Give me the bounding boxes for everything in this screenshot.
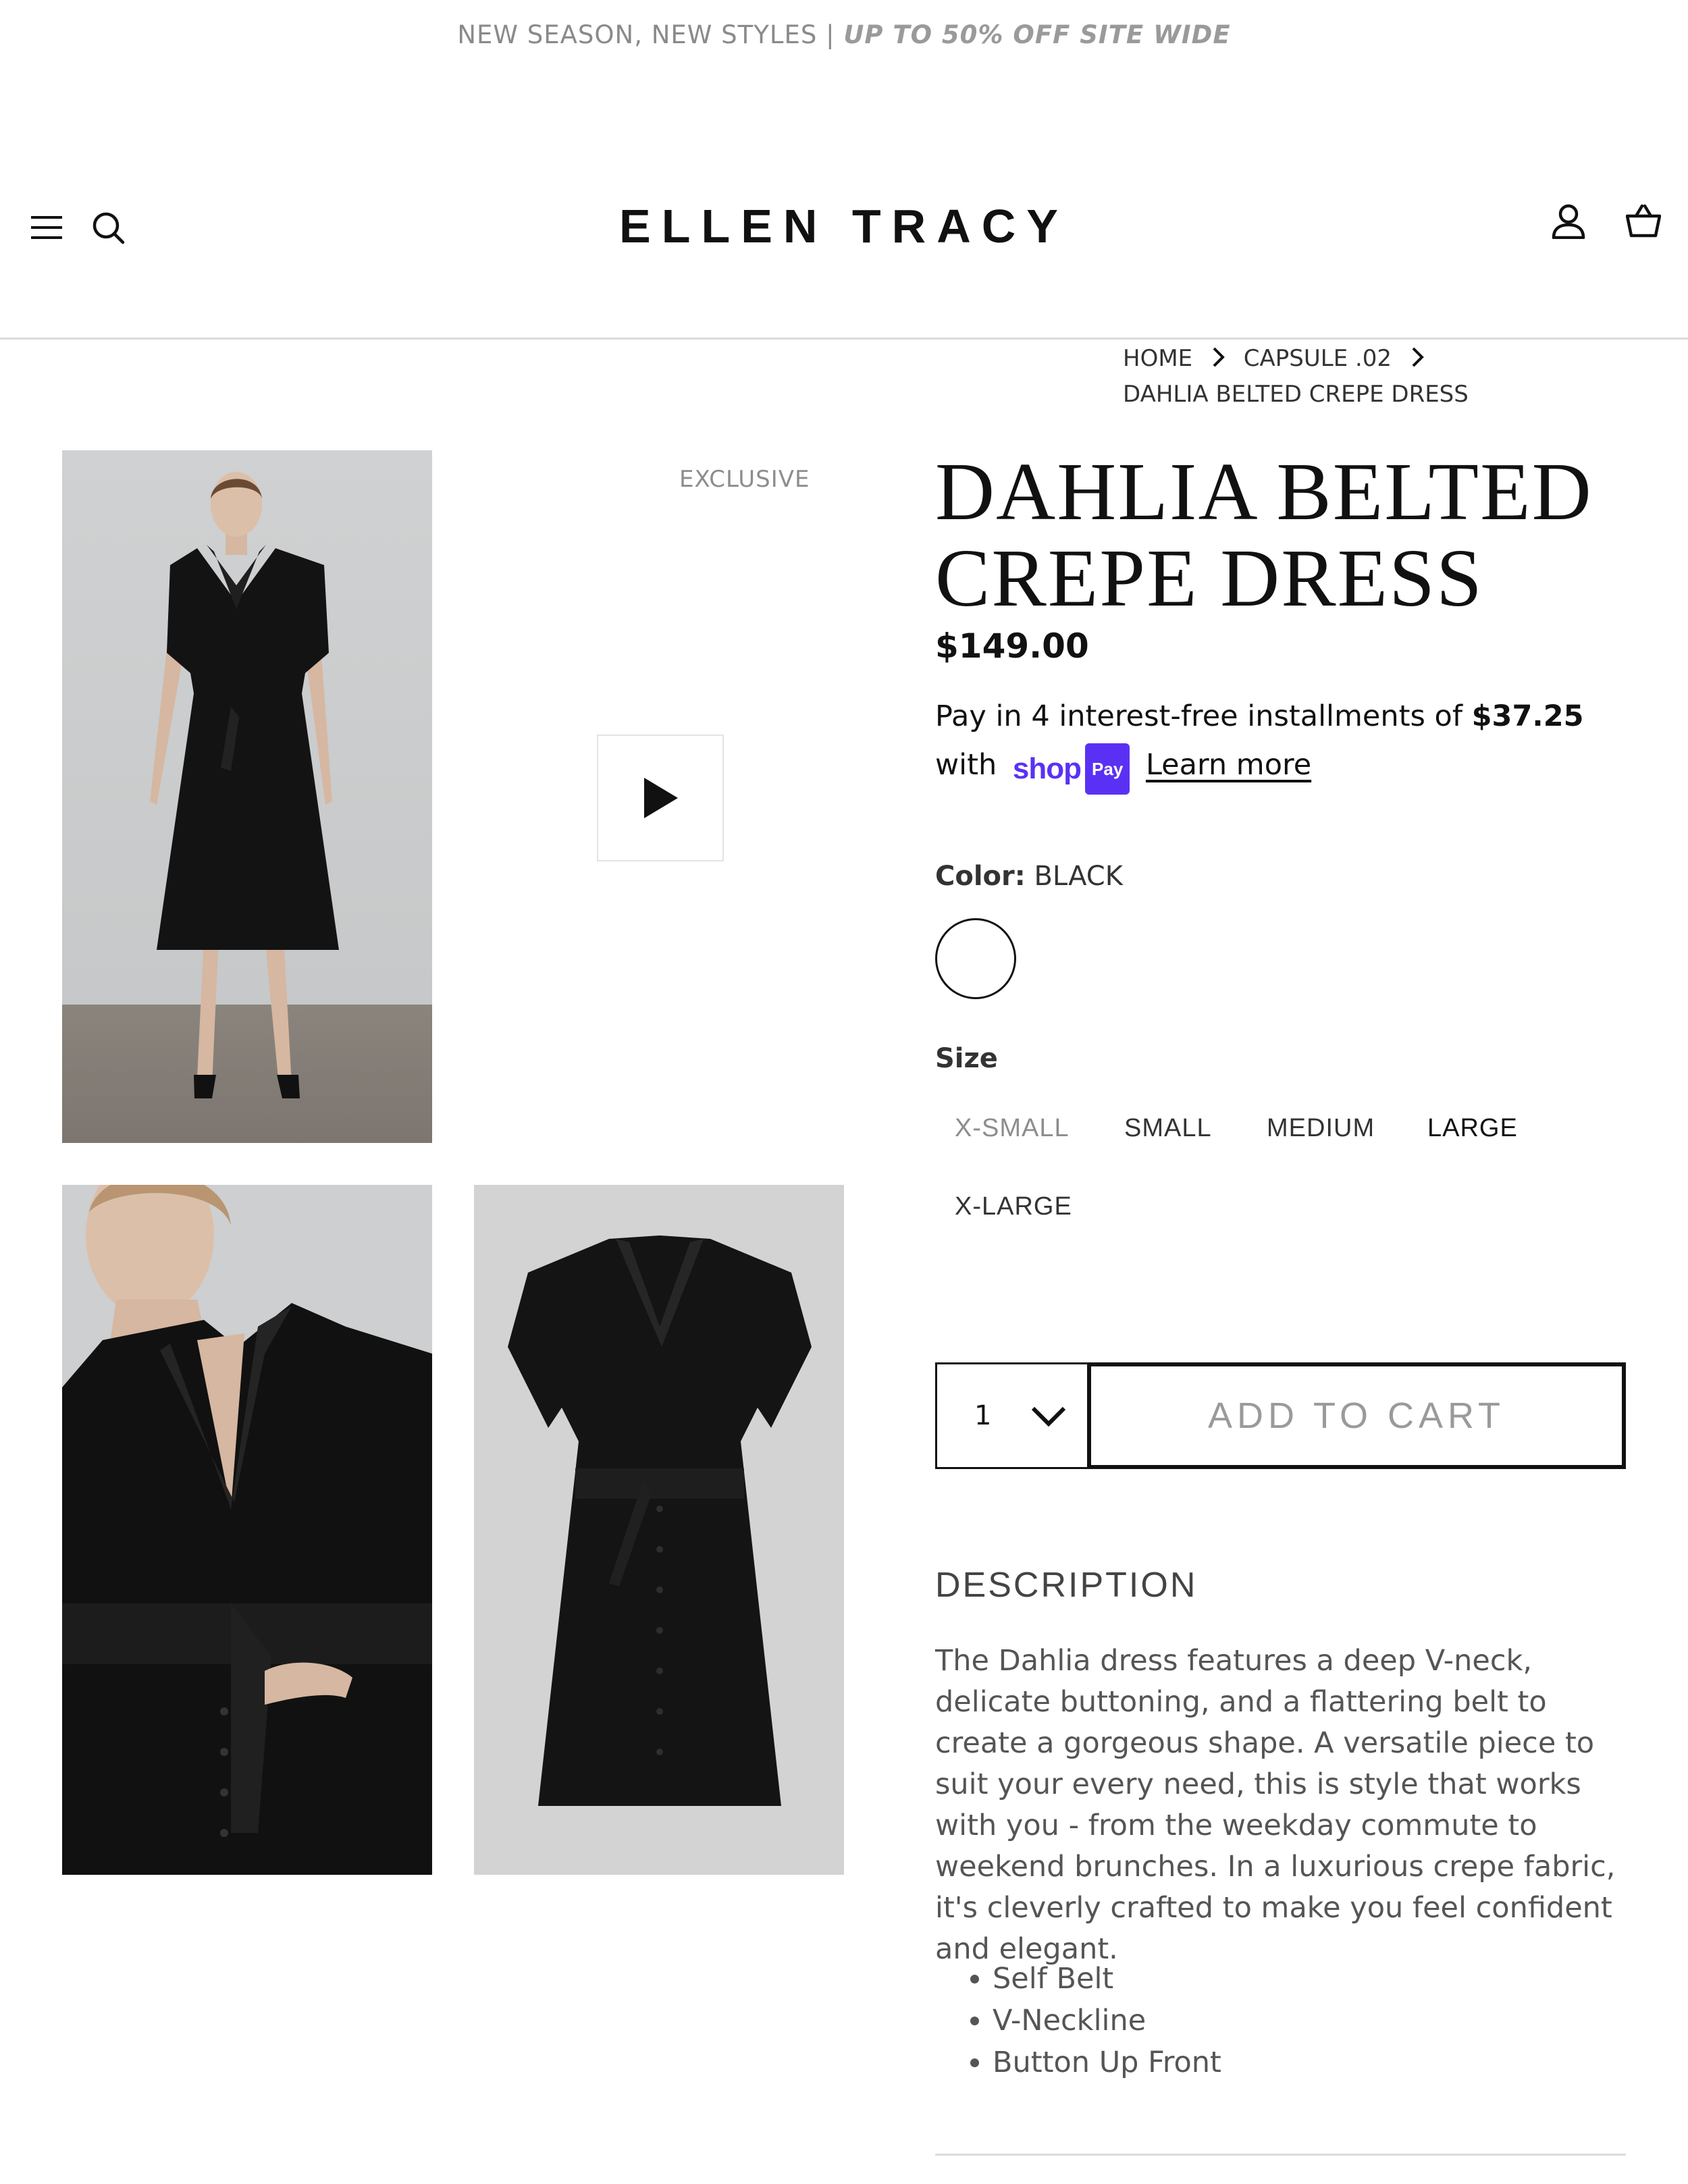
- product-image-full-length[interactable]: [62, 450, 432, 1143]
- installments-amount: $37.25: [1471, 699, 1584, 733]
- chevron-right-icon: [1412, 347, 1424, 367]
- add-to-cart-button[interactable]: ADD TO CART: [1087, 1362, 1626, 1469]
- account-icon[interactable]: [1552, 204, 1585, 239]
- color-value: BLACK: [1034, 861, 1123, 892]
- size-option-medium[interactable]: MEDIUM: [1267, 1114, 1375, 1143]
- shop-pay-wordmark: shop: [1012, 752, 1082, 785]
- size-option-x-large[interactable]: X-LARGE: [955, 1192, 1072, 1221]
- size-option-x-small[interactable]: X-SMALL: [955, 1114, 1070, 1143]
- chevron-right-icon: [1213, 347, 1225, 367]
- quantity-value: 1: [974, 1400, 992, 1431]
- size-label: Size: [935, 1043, 998, 1074]
- description-body: The Dahlia dress features a deep V-neck,…: [935, 1644, 1616, 1966]
- chevron-down-icon: [1031, 1406, 1066, 1427]
- announcement-text: NEW SEASON, NEW STYLES |: [457, 20, 844, 49]
- shop-pay-installments: Pay in 4 interest-free installments of $…: [935, 692, 1644, 795]
- cart-icon[interactable]: [1626, 204, 1661, 238]
- feature-item: Self Belt: [993, 1958, 1221, 2000]
- header-divider: [0, 338, 1688, 340]
- product-title: DAHLIA BELTED CREPE DRESS: [935, 446, 1593, 624]
- size-option-large[interactable]: LARGE: [1427, 1114, 1518, 1143]
- breadcrumb: HOME CAPSULE .02 DAHLIA BELTED CREPE DRE…: [1123, 341, 1469, 412]
- color-swatch-black[interactable]: [935, 918, 1016, 999]
- brand-logo[interactable]: ELLEN TRACY: [0, 199, 1688, 253]
- size-option-small[interactable]: SMALL: [1124, 1114, 1212, 1143]
- product-image-closeup[interactable]: [62, 1185, 432, 1875]
- product-image-flat-lay[interactable]: [474, 1185, 844, 1875]
- quantity-select[interactable]: 1: [935, 1362, 1089, 1469]
- announcement-highlight: UP TO 50% OFF SITE WIDE: [843, 20, 1231, 49]
- description-heading: DESCRIPTION: [935, 1566, 1198, 1605]
- color-label: Color: BLACK: [935, 861, 1123, 892]
- color-label-text: Color:: [935, 861, 1026, 892]
- learn-more-link[interactable]: Learn more: [1146, 748, 1311, 782]
- feature-item: Button Up Front: [993, 2042, 1221, 2083]
- breadcrumb-current: DAHLIA BELTED CREPE DRESS: [1123, 381, 1469, 408]
- play-icon: [644, 778, 678, 818]
- shop-pay-logo: shop Pay: [1013, 743, 1130, 795]
- installments-with: with: [935, 748, 997, 782]
- installments-prefix: Pay in 4 interest-free installments of: [935, 699, 1472, 733]
- shop-pay-badge: Pay: [1085, 743, 1130, 795]
- announcement-bar[interactable]: NEW SEASON, NEW STYLES | UP TO 50% OFF S…: [0, 20, 1688, 49]
- section-divider: [935, 2154, 1626, 2156]
- exclusive-badge: EXCLUSIVE: [679, 466, 810, 493]
- product-price: $149.00: [935, 627, 1089, 666]
- breadcrumb-collection[interactable]: CAPSULE .02: [1244, 345, 1392, 372]
- video-play-button[interactable]: [597, 735, 724, 861]
- feature-item: V-Neckline: [993, 2000, 1221, 2042]
- breadcrumb-home[interactable]: HOME: [1123, 345, 1192, 372]
- feature-list: Self Belt V-Neckline Button Up Front: [935, 1958, 1221, 2083]
